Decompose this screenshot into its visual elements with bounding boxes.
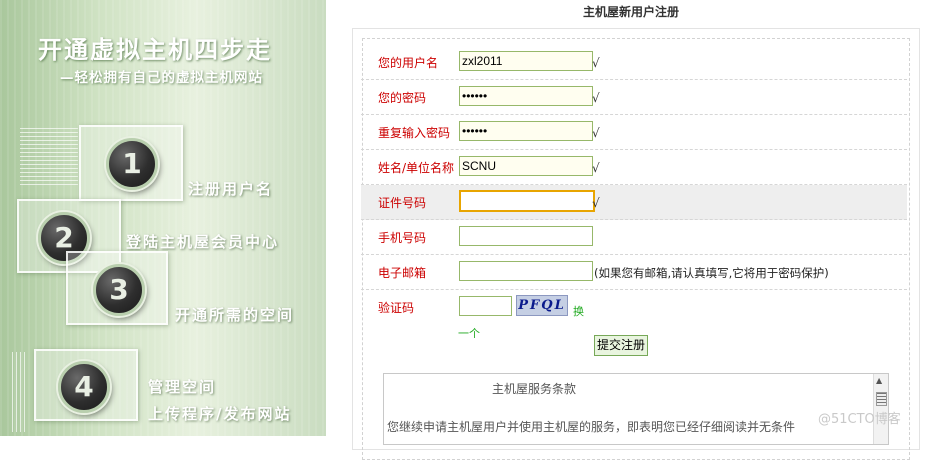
step-2-label: 登陆主机屋会员中心	[126, 233, 280, 251]
name-row: 姓名/单位名称 SCNU √	[361, 150, 907, 185]
name-label: 姓名/单位名称	[378, 161, 455, 175]
captcha-row: 验证码 PFQL 换	[361, 290, 907, 324]
password-label: 您的密码	[378, 91, 427, 105]
scroll-thumb[interactable]	[876, 392, 887, 406]
step-3-number: 3	[93, 264, 145, 316]
banner-decorative-text	[12, 352, 26, 432]
id-number-row: 证件号码 √	[361, 185, 907, 220]
promo-banner: 开通虚拟主机四步走 —轻松拥有自己的虚拟主机网站 1 注册用户名 2 登陆主机屋…	[0, 0, 326, 436]
terms-body: 您继续申请主机屋用户并使用主机屋的服务，即表明您已经仔细阅读并无条件	[387, 420, 796, 434]
banner-subtitle: —轻松拥有自己的虚拟主机网站	[60, 70, 263, 86]
step-4-label-line1: 管理空间	[148, 378, 217, 396]
terms-box[interactable]: 主机屋服务条款 您继续申请主机屋用户并使用主机屋的服务，即表明您已经仔细阅读并无…	[383, 373, 889, 445]
password-confirm-label: 重复输入密码	[378, 126, 451, 140]
banner-decorative-text	[20, 128, 78, 186]
phone-label: 手机号码	[378, 231, 427, 245]
captcha-refresh-hint[interactable]: 一个	[458, 325, 480, 341]
password-input[interactable]: ••••••	[459, 86, 593, 106]
captcha-refresh-link[interactable]: 换	[573, 303, 584, 319]
password-check: √	[592, 91, 600, 105]
password-confirm-input[interactable]: ••••••	[459, 121, 593, 141]
name-check: √	[592, 161, 600, 175]
id-number-check: √	[592, 196, 600, 210]
step-1-number: 1	[106, 138, 158, 190]
step-4-label-line2: 上传程序/发布网站	[148, 405, 292, 423]
banner-title: 开通虚拟主机四步走	[38, 36, 272, 64]
page-title: 主机屋新用户注册	[583, 5, 680, 19]
step-4-number: 4	[58, 361, 110, 413]
email-hint: (如果您有邮箱,请认真填写,它将用于密码保护)	[594, 266, 829, 280]
id-number-input[interactable]	[459, 190, 595, 212]
step-1-label: 注册用户名	[188, 180, 274, 198]
captcha-input[interactable]	[459, 296, 512, 316]
email-input[interactable]	[459, 261, 593, 281]
phone-input[interactable]	[459, 226, 593, 246]
name-input[interactable]: SCNU	[459, 156, 593, 176]
id-number-label: 证件号码	[378, 196, 427, 210]
password-row: 您的密码 •••••• √	[361, 80, 907, 115]
scroll-up-arrow-icon[interactable]: ▲	[876, 376, 882, 385]
username-label: 您的用户名	[378, 56, 439, 70]
terms-title: 主机屋服务条款	[492, 382, 577, 396]
step-3-label: 开通所需的空间	[175, 306, 295, 324]
phone-row: 手机号码	[361, 220, 907, 255]
captcha-label: 验证码	[378, 301, 415, 315]
watermark: @51CTO博客	[818, 412, 901, 427]
captcha-image: PFQL	[516, 295, 568, 316]
username-row: 您的用户名 zxl2011 √	[361, 45, 907, 80]
submit-button[interactable]: 提交注册	[594, 335, 648, 356]
email-row: 电子邮箱 (如果您有邮箱,请认真填写,它将用于密码保护)	[361, 255, 907, 290]
email-label: 电子邮箱	[378, 266, 427, 280]
password-confirm-check: √	[592, 126, 600, 140]
username-input[interactable]: zxl2011	[459, 51, 593, 71]
username-check: √	[592, 56, 600, 70]
password-confirm-row: 重复输入密码 •••••• √	[361, 115, 907, 150]
